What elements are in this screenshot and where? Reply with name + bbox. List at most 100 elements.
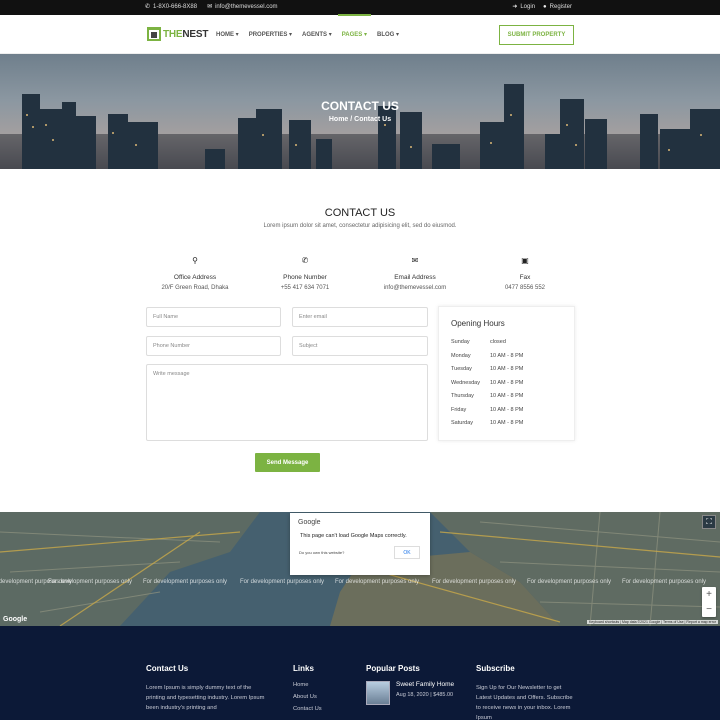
nav-item-blog[interactable]: BLOG ▾ xyxy=(377,31,399,38)
info-label: Fax xyxy=(519,274,531,281)
logo-text-the: THE xyxy=(163,28,183,40)
logo-house-icon xyxy=(147,27,161,41)
user-icon: ● xyxy=(543,3,547,10)
hours-row: Thursday 10 AM - 8 PM xyxy=(451,393,523,399)
breadcrumb-home[interactable]: Home xyxy=(329,116,348,123)
subject-field[interactable]: Subject xyxy=(292,336,428,356)
dev-watermark: For development purposes only xyxy=(622,579,707,585)
hero-banner: CONTACT US Home / Contact Us xyxy=(0,54,720,169)
footer-link-home[interactable]: Home xyxy=(293,682,322,688)
footer-contact: Contact Us Lorem Ipsum is simply dummy t… xyxy=(146,664,271,713)
contact-section-subtitle: Lorem ipsum dolor sit amet, consectetur … xyxy=(263,223,457,229)
message-textarea[interactable]: Write message xyxy=(146,364,428,441)
logo-text: THENEST xyxy=(163,29,208,40)
info-value: +55 417 634 7071 xyxy=(280,285,330,291)
nav-item-pages[interactable]: PAGES ▾ xyxy=(337,14,372,38)
topbar-email[interactable]: ✉ info@themevessel.com xyxy=(207,3,278,11)
map-attribution[interactable]: Keyboard shortcuts | Map data ©2021 Goog… xyxy=(586,620,718,624)
phone-number-field[interactable]: Phone Number xyxy=(146,336,281,356)
login-label: Login xyxy=(520,3,536,10)
info-fax: ▣ Fax 0477 8556 552 xyxy=(465,256,585,291)
full-name-field[interactable]: Full Name xyxy=(146,307,281,327)
zoom-control: + − xyxy=(702,587,716,617)
hours-time: 10 AM - 8 PM xyxy=(490,352,524,359)
footer-popular-posts: Popular Posts Sweet Family Home Aug 18, … xyxy=(366,664,454,705)
hours-time: 10 AM - 8 PM xyxy=(490,420,524,426)
map-error-dialog: Google This page can't load Google Maps … xyxy=(290,513,430,575)
envelope-icon: ✉ xyxy=(207,4,213,10)
info-value: 20/F Green Road, Dhaka xyxy=(161,285,229,291)
dev-watermark: For development purposes only xyxy=(240,579,325,585)
google-map[interactable]: For development purposes only For develo… xyxy=(0,512,720,626)
topbar-email-text: info@themevessel.com xyxy=(215,3,278,10)
topbar-phone[interactable]: ✆ 1-8X0-666-8X88 xyxy=(145,3,198,11)
login-link[interactable]: ➜ Login xyxy=(512,3,536,11)
footer-posts-title: Popular Posts xyxy=(366,664,420,673)
post-meta: Aug 18, 2020 | $485.00 xyxy=(396,692,454,698)
nav-item-home[interactable]: HOME ▾ xyxy=(216,31,239,38)
footer-subscribe-text: Sign Up for Our Newsletter to get Latest… xyxy=(476,685,573,721)
nav-item-agents[interactable]: AGENTS ▾ xyxy=(302,31,332,38)
fax-icon: ▣ xyxy=(521,256,529,265)
footer-subscribe: Subscribe Sign Up for Our Newsletter to … xyxy=(476,664,576,723)
hours-day: Wednesday xyxy=(451,379,480,386)
opening-hours-card: Opening Hours Sunday closed Monday 10 AM -… xyxy=(438,306,575,441)
breadcrumb-separator: / xyxy=(350,116,353,123)
zoom-out-button[interactable]: − xyxy=(702,602,716,617)
zoom-in-button[interactable]: + xyxy=(702,587,716,602)
info-label: Phone Number xyxy=(283,274,327,281)
dev-watermark: For development purposes only xyxy=(527,579,612,585)
footer-link-contact[interactable]: Contact Us xyxy=(293,706,322,712)
post-thumbnail xyxy=(366,681,390,705)
send-message-button[interactable]: Send Message xyxy=(255,453,320,472)
nav-item-properties[interactable]: PROPERTIES ▾ xyxy=(249,31,292,38)
info-phone-number: ✆ Phone Number +55 417 634 7071 xyxy=(245,256,365,291)
hours-row: Tuesday 10 AM - 8 PM xyxy=(451,366,523,372)
google-logo: Google xyxy=(298,519,321,526)
phone-icon: ✆ xyxy=(145,4,151,10)
topbar-phone-text: 1-8X0-666-8X88 xyxy=(153,3,198,10)
footer-link-about[interactable]: About Us xyxy=(293,694,322,700)
info-label: Email Address xyxy=(394,274,436,281)
hours-day: Thursday xyxy=(451,393,474,399)
register-label: Register xyxy=(549,3,572,10)
opening-hours-title: Opening Hours xyxy=(451,319,505,328)
breadcrumb: Home / Contact Us xyxy=(0,116,720,123)
map-pin-icon: ⚲ xyxy=(192,256,198,265)
hours-time: 10 AM - 8 PM xyxy=(490,393,524,399)
info-email-address: ✉ Email Address info@themevessel.com xyxy=(355,256,475,291)
logo[interactable]: THENEST xyxy=(147,27,208,41)
site-footer: Contact Us Lorem Ipsum is simply dummy t… xyxy=(0,626,720,723)
hours-time: 10 AM - 8 PM xyxy=(490,406,524,413)
hours-day: Friday xyxy=(451,406,467,413)
hours-row: Wednesday 10 AM - 8 PM xyxy=(451,380,523,386)
dev-watermark: For development purposes only xyxy=(143,579,228,585)
info-value: info@themevessel.com xyxy=(383,285,447,291)
info-value: 0477 8556 552 xyxy=(504,285,546,291)
popular-post[interactable]: Sweet Family Home Aug 18, 2020 | $485.00 xyxy=(366,681,454,705)
post-title[interactable]: Sweet Family Home xyxy=(396,681,454,688)
footer-contact-title: Contact Us xyxy=(146,664,189,673)
register-link[interactable]: ● Register xyxy=(543,3,572,10)
hours-row: Monday 10 AM - 8 PM xyxy=(451,353,523,359)
hero-title: CONTACT US xyxy=(321,99,399,113)
google-watermark: Google xyxy=(3,616,28,623)
contact-section-title: CONTACT US xyxy=(324,207,396,219)
fullscreen-icon[interactable]: ⛶ xyxy=(702,515,716,529)
email-field[interactable]: Enter email xyxy=(292,307,428,327)
envelope-icon: ✉ xyxy=(411,256,419,265)
hours-time: 10 AM - 8 PM xyxy=(490,366,524,372)
map-error-question[interactable]: Do you own this website? xyxy=(299,550,344,555)
submit-property-button[interactable]: SUBMIT PROPERTY xyxy=(499,25,574,45)
hours-time: 10 AM - 8 PM xyxy=(490,379,524,386)
hours-time: closed xyxy=(490,339,506,345)
footer-contact-text: Lorem Ipsum is simply dummy text of the … xyxy=(146,685,265,711)
hours-day: Monday xyxy=(451,352,471,359)
info-label: Office Address xyxy=(173,274,217,281)
logo-text-nest: NEST xyxy=(182,28,209,40)
map-ok-button[interactable]: OK xyxy=(394,546,420,559)
map-error-message: This page can't load Google Maps correct… xyxy=(300,533,407,539)
dev-watermark: For development purposes only xyxy=(48,579,133,585)
top-bar: ✆ 1-8X0-666-8X88 ✉ info@themevessel.com … xyxy=(0,0,720,15)
hours-row: Sunday closed xyxy=(451,339,506,345)
